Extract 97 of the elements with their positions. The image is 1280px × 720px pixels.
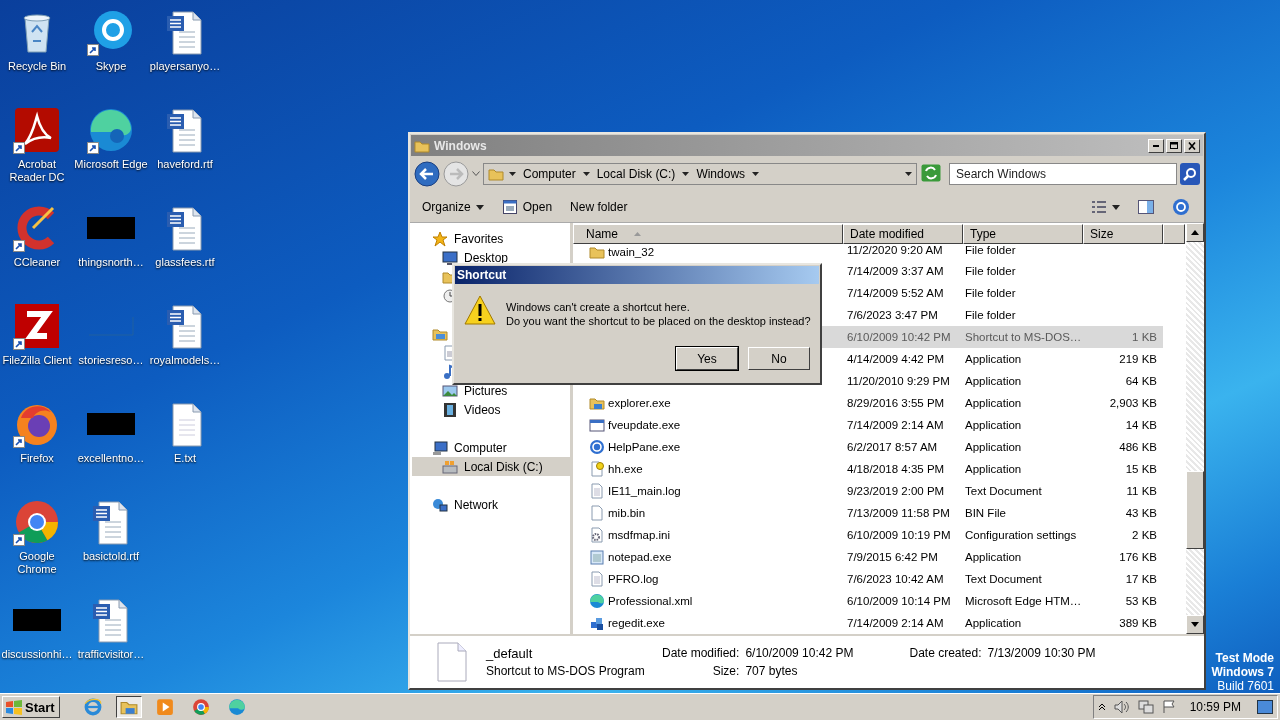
desktop-icon-label: Google Chrome <box>16 550 58 576</box>
clock: 10:59 PM <box>1189 700 1241 714</box>
type-cell-text: Application <box>964 419 1023 431</box>
window-title: Windows <box>434 138 488 153</box>
date-cell-text: 7/14/2009 2:14 AM <box>846 617 945 629</box>
desktop-icon-label: FileZilla Client <box>2 354 72 367</box>
type-cell-text: BIN File <box>964 507 1007 519</box>
property-label: Size: <box>711 664 740 678</box>
date-cell-text: 6/10/2009 10:19 PM <box>846 529 952 541</box>
size-cell-text: 486 KB <box>1118 441 1158 453</box>
desktop-icon-label: Skype <box>95 60 127 73</box>
desktop-icon-label: Acrobat Reader DC <box>8 158 66 184</box>
desktop-icon-label: Recycle Bin <box>7 60 67 73</box>
desktop-icon-label: trafficvisitor… <box>77 648 145 661</box>
desktop-icon-label: storiesreso… <box>78 354 144 367</box>
watermark-text: Test Mode <box>1215 651 1274 665</box>
desktop-icon-label: glassfees.rtf <box>155 256 215 269</box>
desktop-icon-label: Microsoft Edge <box>74 158 148 171</box>
desktop-icon-label: royalmodels… <box>149 354 221 367</box>
file-name: msdfmap.ini <box>573 527 843 543</box>
dialog-message: Windows can't create a shortcut here. <box>506 301 691 313</box>
desktop-icon-label: haveford.rtf <box>157 158 213 171</box>
date-cell-text: 7/6/2023 10:42 AM <box>846 573 945 585</box>
file-name: IE11_main.log <box>573 483 843 499</box>
date-cell-text: 4/18/2018 4:35 PM <box>846 463 946 475</box>
date-cell-text: 9/23/2019 2:00 PM <box>846 485 946 497</box>
desktop-icon-label: excellentno… <box>77 452 145 465</box>
type-cell-text: Application <box>964 617 1023 629</box>
property-label: Date modified: <box>662 646 740 660</box>
type-cell-text: Application <box>964 353 1023 365</box>
type-cell-text: Application <box>964 551 1023 563</box>
size-cell-text: 219 KB <box>1118 353 1158 365</box>
date-cell-text: 7/13/2009 11:58 PM <box>846 507 951 519</box>
file-name: HelpPane.exe <box>573 439 843 455</box>
type-cell-text: File folder <box>964 265 1017 277</box>
file-name: _default <box>486 645 534 661</box>
date-cell-text: 6/10/2009 10:14 PM <box>846 595 952 607</box>
size-cell-text: 1 KB <box>1131 331 1158 343</box>
desktop-icon-label: E.txt <box>174 452 196 465</box>
date-cell-text: 7/9/2015 6:42 PM <box>846 551 939 563</box>
file-name: fveupdate.exe <box>573 417 843 433</box>
desktop-icon-label: playersanyo… <box>149 60 221 73</box>
size-cell-text: 64 KB <box>1124 375 1158 387</box>
file-name: Professional.xml <box>573 593 843 609</box>
date-cell-text: 7/14/2009 2:14 AM <box>846 419 945 431</box>
file-name: regedit.exe <box>573 615 843 631</box>
file-name: hh.exe <box>573 461 843 477</box>
property-value: 707 bytes <box>745 664 799 678</box>
size-cell-text: 176 KB <box>1118 551 1158 563</box>
type-cell-text: Shortcut to MS-DOS… <box>964 331 1083 343</box>
date-cell-text: 11/20/2010 9:29 PM <box>846 375 951 387</box>
property-value: 7/13/2009 10:30 PM <box>987 646 1096 660</box>
size-cell-text: 11 KB <box>1125 485 1158 497</box>
file-name: explorer.exe <box>573 395 843 411</box>
desktop-icon-label: basictold.rtf <box>82 550 140 563</box>
date-cell-text: 6/10/2009 10:42 PM <box>846 331 952 343</box>
size-cell-text: 14 KB <box>1124 419 1158 431</box>
desktop-icon-label: Firefox <box>20 452 54 465</box>
size-cell-text: 2,903 KB <box>1108 397 1158 409</box>
property-value: 6/10/2009 10:42 PM <box>745 646 854 660</box>
watermark-text: Windows 7 <box>1211 665 1274 679</box>
type-cell-text: File folder <box>964 287 1017 299</box>
size-cell-text: 2 KB <box>1131 529 1158 541</box>
size-cell-text: 53 KB <box>1124 595 1158 607</box>
size-cell-text: 389 KB <box>1118 617 1158 629</box>
type-cell-text: File folder <box>964 244 1017 256</box>
type-cell-text: Application <box>964 463 1023 475</box>
watermark-text: Build 7601 <box>1217 679 1274 693</box>
type-cell-text: Text Document <box>964 485 1043 497</box>
size-cell-text: 43 KB <box>1124 507 1158 519</box>
type-cell-text: Application <box>964 375 1023 387</box>
file-name: mib.bin <box>573 505 843 521</box>
desktop-icon-label: CCleaner <box>13 256 61 269</box>
type-cell-text: Application <box>964 397 1023 409</box>
date-cell-text: 11/2/2020 9:20 AM <box>846 244 944 256</box>
size-cell-text: 15 KB <box>1124 463 1158 475</box>
dialog-title: Shortcut <box>457 268 507 282</box>
type-cell-text: Text Document <box>964 573 1043 585</box>
desktop-icon-label: thingsnorth… <box>78 256 144 269</box>
date-cell-text: 7/14/2009 5:52 AM <box>846 287 945 299</box>
type-cell-text: Microsoft Edge HTM… <box>964 595 1083 607</box>
date-cell-text: 7/14/2009 3:37 AM <box>846 265 945 277</box>
file-name: PFRO.log <box>573 571 843 587</box>
type-cell-text: Configuration settings <box>964 529 1078 541</box>
file-type: Shortcut to MS-DOS Program <box>486 664 646 678</box>
type-cell-text: File folder <box>964 309 1017 321</box>
type-cell-text: Application <box>964 441 1023 453</box>
property-label: Date created: <box>909 646 982 660</box>
date-cell-text: 7/6/2023 3:47 PM <box>846 309 939 321</box>
date-cell-text: 6/2/2017 8:57 AM <box>846 441 939 453</box>
file-name: notepad.exe <box>573 549 843 565</box>
date-cell-text: 4/14/2009 4:42 PM <box>846 353 946 365</box>
desktop-icon-label: discussionhi… <box>1 648 73 661</box>
date-cell-text: 8/29/2016 3:55 PM <box>846 397 946 409</box>
size-cell-text: 17 KB <box>1124 573 1158 585</box>
dialog-message: Do you want the shortcut to be placed on the desktop instead? <box>506 315 811 327</box>
file-name: twain_32 <box>573 244 843 260</box>
